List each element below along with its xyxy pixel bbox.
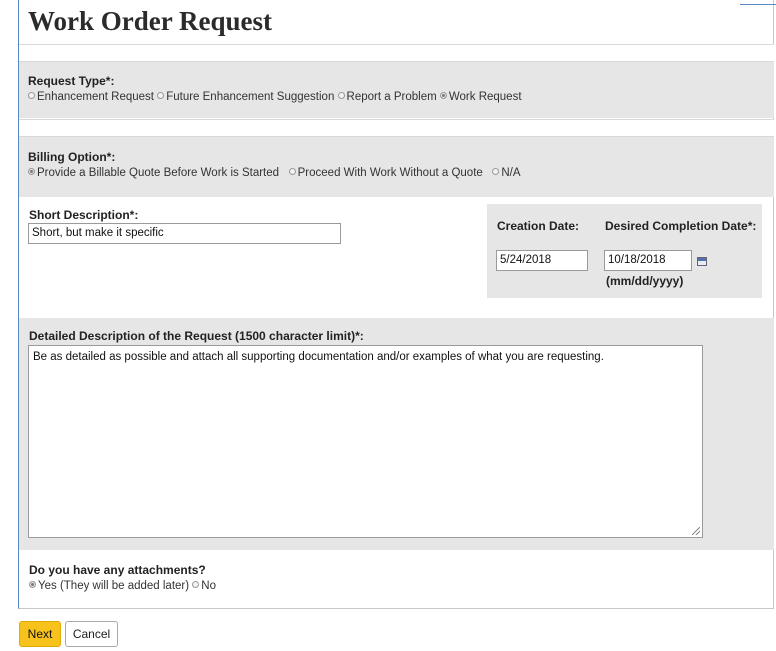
attachments-options: Yes (They will be added later) No xyxy=(29,580,216,592)
detailed-description-label: Detailed Description of the Request (150… xyxy=(29,329,364,343)
attachments-label: Do you have any attachments? xyxy=(29,563,206,577)
radio-future-enhancement[interactable] xyxy=(157,92,165,100)
radio-report-problem[interactable] xyxy=(337,92,345,100)
calendar-icon[interactable] xyxy=(697,257,707,266)
attachments-option[interactable]: No xyxy=(192,580,216,592)
short-description-input[interactable]: Short, but make it specific xyxy=(28,223,341,244)
detailed-description-text: Be as detailed as possible and attach al… xyxy=(33,351,604,363)
frame-top-edge xyxy=(740,4,776,5)
desired-completion-date-input[interactable]: 10/18/2018 xyxy=(604,250,692,271)
radio-attachments-no[interactable] xyxy=(192,581,200,589)
radio-enhancement-request[interactable] xyxy=(28,92,35,100)
date-format-hint: (mm/dd/yyyy) xyxy=(606,274,684,288)
billing-option[interactable]: Provide a Billable Quote Before Work is … xyxy=(28,167,279,179)
billing-option-options: Provide a Billable Quote Before Work is … xyxy=(28,167,774,179)
short-description-label: Short Description*: xyxy=(29,208,139,222)
radio-work-request[interactable] xyxy=(439,92,447,100)
detailed-description-textarea[interactable]: Be as detailed as possible and attach al… xyxy=(28,345,703,538)
radio-billable-quote[interactable] xyxy=(28,168,35,176)
page-title: Work Order Request xyxy=(28,6,272,36)
next-button[interactable]: Next xyxy=(19,621,61,647)
request-type-label: Request Type*: xyxy=(28,74,115,88)
attachments-option[interactable]: Yes (They will be added later) xyxy=(29,580,189,592)
radio-attachments-yes[interactable] xyxy=(29,581,36,589)
request-type-option[interactable]: Work Request xyxy=(439,91,522,103)
creation-date-label: Creation Date: xyxy=(497,219,580,233)
request-type-option[interactable]: Report a Problem xyxy=(337,91,437,103)
spacer-band xyxy=(19,119,774,137)
billing-option-label: Billing Option*: xyxy=(28,150,116,164)
billing-option[interactable]: N/A xyxy=(492,167,521,179)
billing-option[interactable]: Proceed With Work Without a Quote xyxy=(288,167,483,179)
request-type-section: Request Type*: Enhancement Request Futur… xyxy=(19,62,774,118)
billing-option-section: Billing Option*: Provide a Billable Quot… xyxy=(19,137,774,197)
request-type-options: Enhancement Request Future Enhancement S… xyxy=(28,91,774,103)
desired-completion-date-label: Desired Completion Date*: xyxy=(605,219,757,233)
resize-grip-icon[interactable] xyxy=(692,527,700,535)
spacer-band xyxy=(19,44,774,62)
request-type-option[interactable]: Enhancement Request xyxy=(28,91,154,103)
request-type-option[interactable]: Future Enhancement Suggestion xyxy=(157,91,334,103)
radio-na[interactable] xyxy=(492,168,500,176)
cancel-button[interactable]: Cancel xyxy=(65,621,118,647)
creation-date-input[interactable]: 5/24/2018 xyxy=(496,250,588,271)
radio-proceed-without-quote[interactable] xyxy=(288,168,296,176)
